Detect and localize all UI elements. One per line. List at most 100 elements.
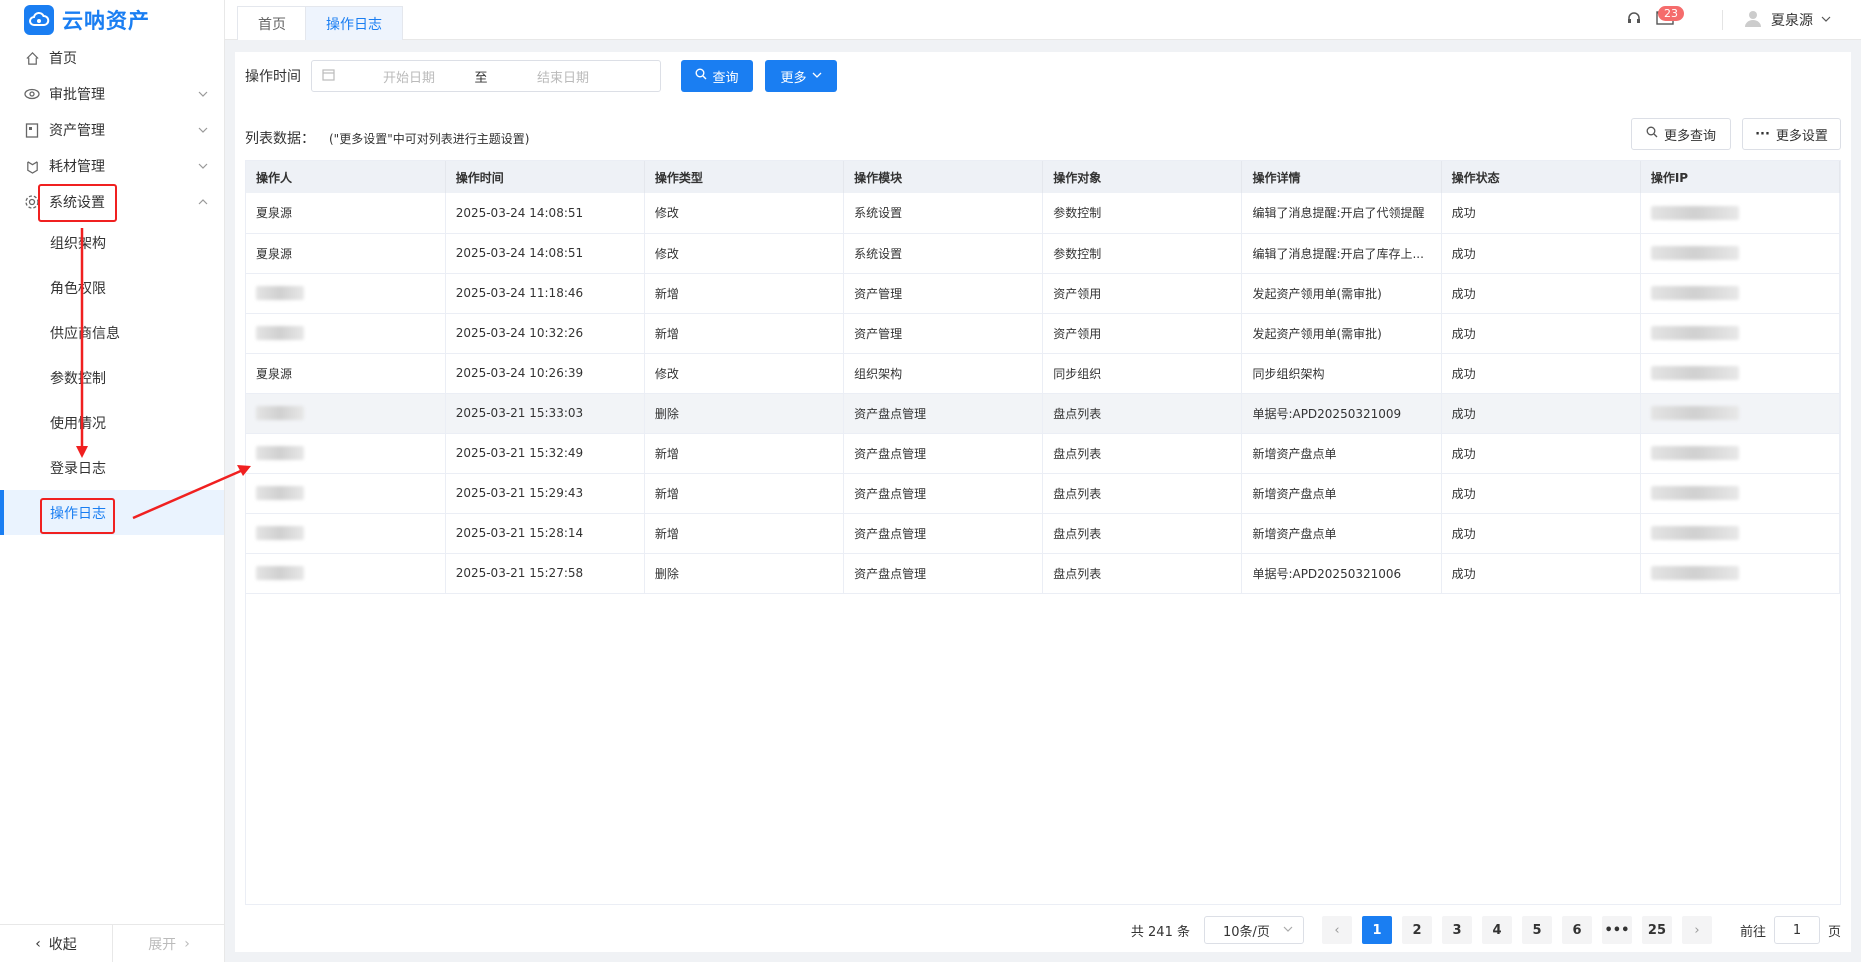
- redacted-ip: [1650, 206, 1739, 220]
- column-header[interactable]: 操作对象: [1042, 161, 1243, 193]
- column-header[interactable]: 操作时间: [445, 161, 645, 193]
- table-row[interactable]: 2025-03-24 11:18:46 新增 资产管理 资产领用 发起资产领用单(需审批…: [246, 273, 1841, 314]
- sidebar: 云呐资产 首页 审批管理 资产管理 耗材管理 系统设置 组织架构 角色权限 供应…: [0, 0, 225, 962]
- submenu-item-parameter-control[interactable]: 参数控制: [0, 355, 224, 400]
- column-header[interactable]: 操作状态: [1441, 161, 1641, 193]
- goto-page-input[interactable]: 1: [1773, 916, 1820, 944]
- page-size-select[interactable]: 10条/页: [1203, 916, 1304, 944]
- more-settings-button[interactable]: ··· 更多设置: [1742, 118, 1841, 150]
- prev-page-button[interactable]: ‹: [1321, 916, 1352, 944]
- redacted-operator: [256, 326, 304, 341]
- table-row[interactable]: 2025-03-21 15:27:58 删除 资产盘点管理 盘点列表 单据号:APD20…: [246, 553, 1841, 594]
- query-button[interactable]: 查询: [681, 60, 753, 92]
- submenu-item-supplier-info[interactable]: 供应商信息: [0, 310, 224, 355]
- table-row[interactable]: 2025-03-21 15:33:03 删除 资产盘点管理 盘点列表 单据号:APD20…: [246, 393, 1841, 434]
- table-row[interactable]: 2025-03-21 15:32:49 新增 资产盘点管理 盘点列表 新增资产盘点单 成功: [246, 433, 1841, 474]
- calendar-icon: [322, 68, 335, 85]
- table-row[interactable]: 2025-03-21 15:28:14 新增 资产盘点管理 盘点列表 新增资产盘点单 成功: [246, 513, 1841, 554]
- user-name: 夏泉源: [1771, 13, 1813, 29]
- chevron-down-icon: [198, 159, 208, 175]
- table-cell: 成功: [1441, 553, 1641, 594]
- ellipsis-icon: ···: [1755, 126, 1770, 142]
- page-buttons: 1 2 3 4 5 6 ••• 25: [1361, 916, 1682, 944]
- redacted-operator: [256, 566, 304, 581]
- total-count: 共 241 条: [1130, 924, 1190, 940]
- redacted-ip: [1650, 406, 1739, 421]
- table-cell: 同步组织: [1042, 353, 1243, 394]
- table-cell: 发起资产领用单(需审批): [1241, 313, 1442, 354]
- table-cell: 夏泉源: [246, 193, 446, 234]
- submenu-item-usage[interactable]: 使用情况: [0, 400, 224, 445]
- collapse-button[interactable]: ‹ 收起: [0, 925, 112, 962]
- sidebar-item-label: 首页: [49, 51, 77, 67]
- table-cell: 资产盘点管理: [843, 433, 1044, 474]
- table-row[interactable]: 夏泉源 2025-03-24 14:08:51 修改 系统设置 参数控制 编辑了消息提醒:…: [246, 193, 1841, 234]
- page-button[interactable]: 1: [1361, 916, 1392, 944]
- cell-operator-redacted: [246, 393, 446, 434]
- table-row[interactable]: 2025-03-24 10:32:26 新增 资产管理 资产领用 发起资产领用单(需审批…: [246, 313, 1841, 354]
- date-range-picker[interactable]: 开始日期 至 结束日期: [311, 60, 661, 92]
- table-cell: 编辑了消息提醒:开启了代领提醒: [1241, 193, 1442, 234]
- app-name: 云呐资产: [62, 9, 150, 33]
- submenu-item-role-permission[interactable]: 角色权限: [0, 265, 224, 310]
- table-cell: 成功: [1441, 193, 1641, 234]
- column-header[interactable]: 操作类型: [644, 161, 845, 193]
- column-header[interactable]: 操作人: [246, 161, 446, 193]
- more-query-button[interactable]: 更多查询: [1631, 118, 1731, 150]
- sidebar-item-label: 资产管理: [49, 123, 105, 139]
- table-cell: 资产管理: [843, 273, 1044, 314]
- more-button[interactable]: 更多: [765, 60, 837, 92]
- chevron-left-icon: ‹: [35, 935, 41, 952]
- table-cell: 盘点列表: [1042, 553, 1243, 594]
- table-cell: 成功: [1441, 393, 1641, 434]
- start-date-input[interactable]: 开始日期: [349, 67, 469, 86]
- tab-operation-log[interactable]: 操作日志: [305, 6, 403, 40]
- page-button[interactable]: 2: [1401, 916, 1432, 944]
- sidebar-item-approval[interactable]: 审批管理: [0, 76, 224, 112]
- expand-button[interactable]: 展开 ›: [112, 925, 225, 962]
- submenu-item-org-structure[interactable]: 组织架构: [0, 220, 224, 265]
- page-button[interactable]: 6: [1561, 916, 1592, 944]
- cell-ip-redacted: [1640, 233, 1841, 274]
- page-button[interactable]: 5: [1521, 916, 1552, 944]
- table-cell: 盘点列表: [1042, 513, 1243, 554]
- table-row[interactable]: 2025-03-21 15:29:43 新增 资产盘点管理 盘点列表 新增资产盘点单 成功: [246, 473, 1841, 514]
- table-row[interactable]: 夏泉源 2025-03-24 14:08:51 修改 系统设置 参数控制 编辑了消息提醒:…: [246, 233, 1841, 274]
- table-cell: 组织架构: [843, 353, 1044, 394]
- submenu-item-login-log[interactable]: 登录日志: [0, 445, 224, 490]
- table-row[interactable]: 夏泉源 2025-03-24 10:26:39 修改 组织架构 同步组织 同步组织架构 成功: [246, 353, 1841, 394]
- table-cell: 资产盘点管理: [843, 393, 1044, 434]
- table-cell: 成功: [1441, 433, 1641, 474]
- column-header[interactable]: 操作详情: [1241, 161, 1442, 193]
- tab-home[interactable]: 首页: [237, 6, 307, 40]
- sidebar-item-supplies[interactable]: 耗材管理: [0, 148, 224, 184]
- user-menu[interactable]: 夏泉源: [1743, 8, 1831, 32]
- sidebar-item-home[interactable]: 首页: [0, 40, 224, 76]
- chevron-left-icon: ‹: [1334, 922, 1340, 938]
- table-cell: 2025-03-21 15:28:14: [445, 513, 645, 554]
- table-cell: 成功: [1441, 273, 1641, 314]
- cell-ip-redacted: [1640, 193, 1841, 234]
- redacted-ip: [1650, 486, 1739, 501]
- app-logo[interactable]: 云呐资产: [0, 0, 224, 40]
- sidebar-item-assets[interactable]: 资产管理: [0, 112, 224, 148]
- end-date-input[interactable]: 结束日期: [503, 67, 623, 86]
- column-header[interactable]: 操作模块: [843, 161, 1044, 193]
- more-query-label: 更多查询: [1663, 128, 1716, 144]
- cell-ip-redacted: [1640, 433, 1841, 474]
- column-header[interactable]: 操作IP: [1640, 161, 1841, 193]
- table-cell: 删除: [644, 393, 845, 434]
- table-cell: 资产管理: [843, 313, 1044, 354]
- next-page-button[interactable]: ›: [1681, 916, 1712, 944]
- table-cell: 2025-03-21 15:32:49: [445, 433, 645, 474]
- page-button[interactable]: 4: [1481, 916, 1512, 944]
- page-button[interactable]: 3: [1441, 916, 1472, 944]
- chevron-right-icon: ›: [1694, 922, 1700, 938]
- table-cell: 成功: [1441, 313, 1641, 354]
- filter-label: 操作时间: [245, 69, 301, 85]
- more-label: 更多: [780, 70, 807, 86]
- headset-icon[interactable]: [1626, 10, 1642, 30]
- page-button[interactable]: 25: [1641, 916, 1672, 944]
- cell-ip-redacted: [1640, 313, 1841, 354]
- page-button[interactable]: •••: [1601, 916, 1632, 944]
